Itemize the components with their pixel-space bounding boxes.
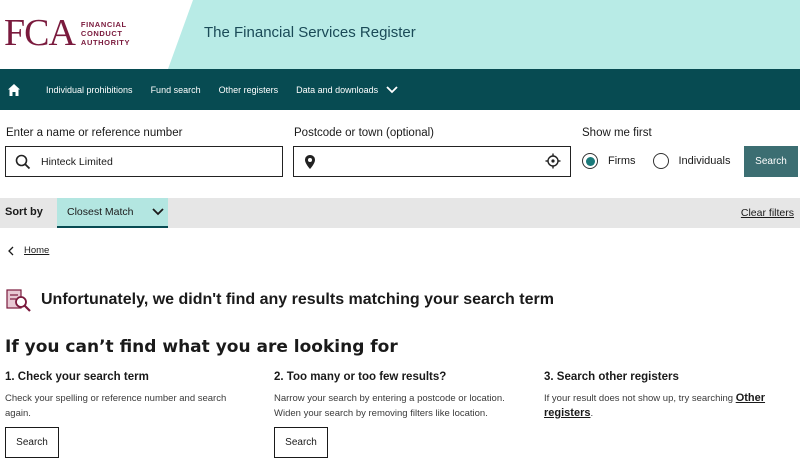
- help-column-text: Check your spelling or reference number …: [5, 393, 227, 419]
- logo-mark: FCA: [4, 12, 76, 54]
- help-column-results: 2. Too many or too few results? Narrow y…: [274, 371, 529, 458]
- chevron-down-icon: [386, 85, 398, 93]
- help-column-check-term: 1. Check your search term Check your spe…: [5, 371, 260, 458]
- radio-individuals[interactable]: [652, 153, 669, 169]
- name-search-input[interactable]: Hinteck Limited: [5, 146, 283, 177]
- radio-firms[interactable]: [582, 153, 598, 169]
- site-title[interactable]: The Financial Services Register: [204, 24, 416, 41]
- postcode-label: Postcode or town (optional): [294, 127, 434, 139]
- search-button[interactable]: Search: [744, 146, 798, 177]
- crosshair-icon[interactable]: [545, 153, 561, 169]
- site-header: FCA FINANCIAL CONDUCT AUTHORITY The Fina…: [0, 0, 800, 69]
- chevron-left-icon: [8, 246, 14, 255]
- help-column-title: 3. Search other registers: [544, 371, 679, 383]
- postcode-input[interactable]: [293, 146, 571, 177]
- no-results-message: Unfortunately, we didn't find any result…: [41, 291, 554, 308]
- clear-filters-link[interactable]: Clear filters: [741, 207, 794, 219]
- nav-item-data-and-downloads[interactable]: Data and downloads: [296, 85, 399, 95]
- help-column-title: 2. Too many or too few results?: [274, 371, 447, 383]
- fca-logo[interactable]: FCA FINANCIAL CONDUCT AUTHORITY: [4, 12, 131, 54]
- sort-selected-value: Closest Match: [67, 206, 134, 218]
- show-first-label: Show me first: [582, 127, 652, 139]
- sort-bar: Sort by Closest Match Clear filters: [0, 198, 800, 228]
- show-first-radio-group: Firms Individuals: [582, 153, 730, 169]
- chevron-down-icon: [151, 208, 164, 216]
- location-pin-icon: [305, 154, 315, 169]
- home-icon[interactable]: [0, 69, 28, 110]
- radio-individuals-label[interactable]: Individuals: [679, 155, 731, 167]
- nav-item-fund-search[interactable]: Fund search: [151, 85, 201, 95]
- sort-label: Sort by: [5, 206, 43, 218]
- radio-firms-label[interactable]: Firms: [608, 155, 636, 167]
- breadcrumb: Home: [8, 245, 49, 256]
- help-search-button[interactable]: Search: [5, 427, 59, 458]
- help-search-button[interactable]: Search: [274, 427, 328, 458]
- help-column-other-registers: 3. Search other registers If your result…: [544, 371, 799, 421]
- nav-item-other-registers[interactable]: Other registers: [219, 85, 279, 95]
- radio-selected-dot: [585, 156, 595, 166]
- breadcrumb-home-link[interactable]: Home: [24, 245, 49, 256]
- main-nav: Individual prohibitions Fund search Othe…: [0, 69, 800, 110]
- name-label: Enter a name or reference number: [6, 127, 183, 139]
- no-results-icon: [6, 289, 31, 312]
- help-column-text: If your result does not show up, try sea…: [544, 392, 766, 419]
- help-column-title: 1. Check your search term: [5, 371, 149, 383]
- name-search-value: Hinteck Limited: [41, 155, 113, 168]
- logo-text: FINANCIAL CONDUCT AUTHORITY: [80, 19, 131, 47]
- help-column-text: Narrow your search by entering a postcod…: [274, 393, 505, 419]
- nav-item-individual-prohibitions[interactable]: Individual prohibitions: [46, 85, 133, 95]
- sort-select[interactable]: Closest Match: [57, 198, 168, 228]
- search-icon: [15, 154, 31, 169]
- help-heading: If you can’t find what you are looking f…: [5, 337, 398, 357]
